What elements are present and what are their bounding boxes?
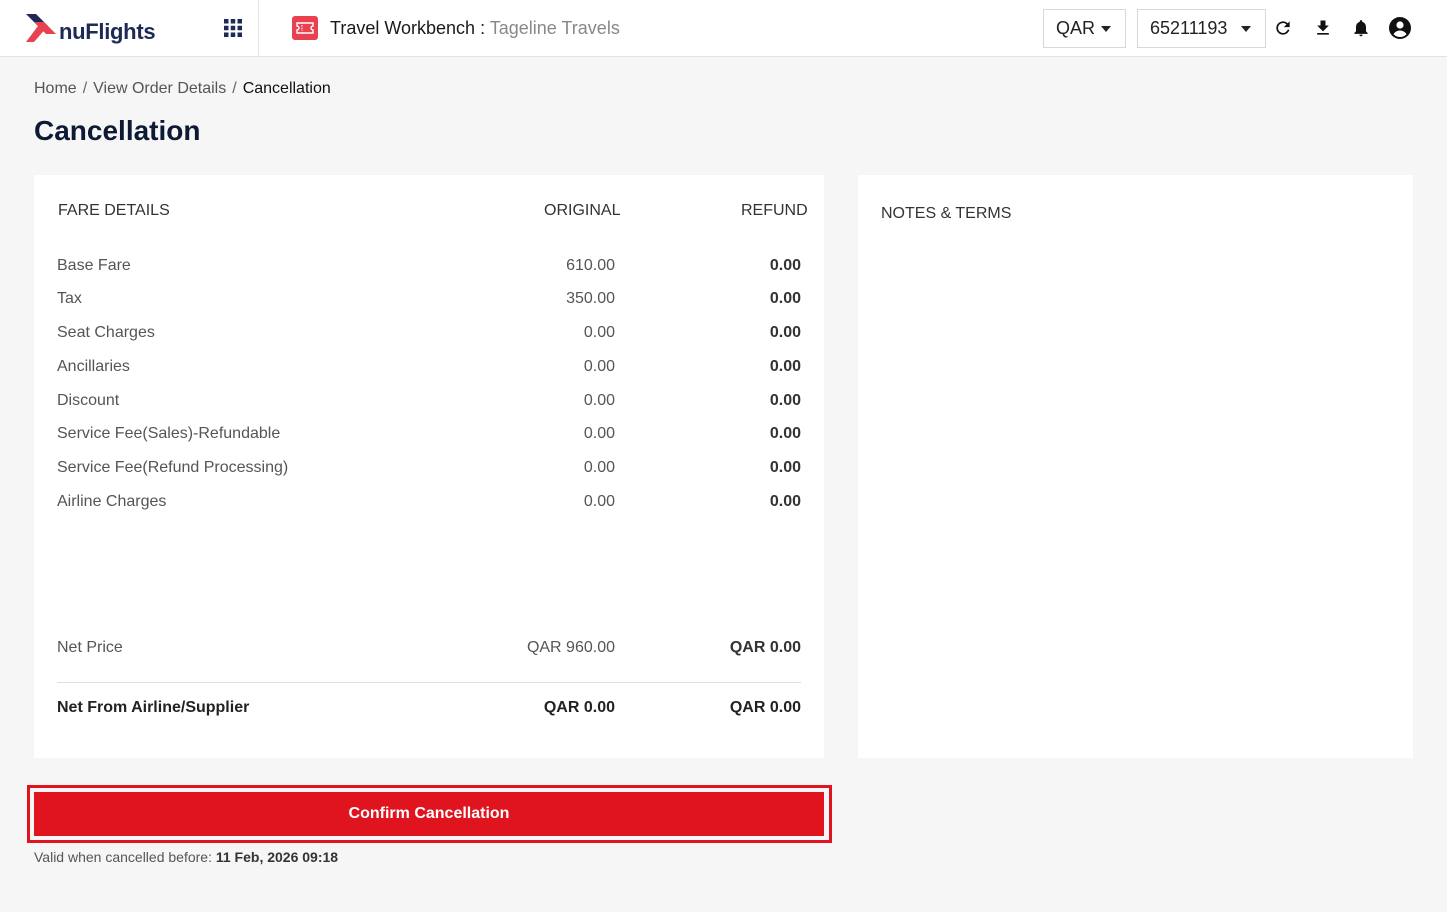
apps-grid-icon[interactable]: [219, 14, 247, 42]
net-supplier-label: Net From Airline/Supplier: [57, 699, 250, 716]
fare-row-refund: 0.00: [769, 290, 801, 307]
nuflights-logo[interactable]: nuFlights: [24, 10, 156, 46]
app-title: Travel Workbench : Tageline Travels: [330, 18, 620, 39]
fare-row-label: Seat Charges: [57, 324, 155, 341]
bell-icon[interactable]: [1348, 14, 1374, 42]
header-divider: [258, 0, 259, 56]
breadcrumb-current: Cancellation: [242, 80, 331, 97]
fare-details-header: FARE DETAILS: [58, 202, 170, 219]
notes-terms-card: NOTES & TERMS: [858, 175, 1413, 758]
net-price-row: Net Price QAR 960.00 QAR 0.00: [34, 639, 824, 659]
fare-row-original: 610.00: [566, 257, 615, 274]
refund-column-header: REFUND: [741, 202, 808, 219]
fare-row-refund: 0.00: [769, 459, 801, 476]
chevron-down-icon: [1101, 26, 1111, 32]
fare-row-label: Service Fee(Refund Processing): [57, 459, 289, 476]
notes-terms-title: NOTES & TERMS: [881, 205, 1012, 222]
net-supplier-refund: QAR 0.00: [729, 699, 801, 716]
top-header: nuFlights Travel Workbench : Tageline Tr…: [0, 0, 1447, 57]
account-select[interactable]: 65211193: [1137, 9, 1266, 48]
app-name: Travel Workbench: [330, 18, 476, 38]
validity-note: Valid when cancelled before: 11 Feb, 202…: [34, 849, 338, 865]
account-circle-icon[interactable]: [1387, 14, 1413, 42]
download-icon[interactable]: [1310, 14, 1336, 42]
brand-name: nuFlights: [59, 19, 156, 44]
fare-row-label: Tax: [57, 290, 82, 307]
breadcrumb: Home / View Order Details / Cancellation: [34, 80, 331, 98]
fare-row-original: 0.00: [583, 324, 615, 341]
fare-row-base-fare: Base Fare 610.00 0.00: [34, 257, 824, 277]
confirm-cancellation-button[interactable]: Confirm Cancellation: [34, 792, 824, 836]
agency-name: Tageline Travels: [489, 18, 620, 38]
fare-row-ancillaries: Ancillaries 0.00 0.00: [34, 358, 824, 378]
logo-mark-icon: [26, 14, 56, 42]
validity-date: 11 Feb, 2026 09:18: [215, 849, 339, 865]
breadcrumb-separator: /: [82, 80, 88, 97]
chevron-down-icon: [1241, 26, 1251, 32]
fare-row-label: Airline Charges: [57, 493, 167, 510]
fare-row-service-fee-sales: Service Fee(Sales)-Refundable 0.00 0.00: [34, 425, 824, 445]
breadcrumb-view-order-details[interactable]: View Order Details: [93, 80, 226, 97]
fare-row-refund: 0.00: [769, 257, 801, 274]
net-price-refund: QAR 0.00: [729, 639, 801, 656]
breadcrumb-separator: /: [232, 80, 237, 97]
fare-row-discount: Discount 0.00 0.00: [34, 392, 824, 412]
fare-row-service-fee-refund: Service Fee(Refund Processing) 0.00 0.00: [34, 459, 824, 479]
ticket-icon: [292, 16, 318, 40]
refresh-icon[interactable]: [1270, 14, 1296, 42]
fare-details-card: FARE DETAILS ORIGINAL REFUND Base Fare 6…: [34, 175, 824, 758]
fare-row-label: Service Fee(Sales)-Refundable: [57, 425, 281, 442]
fare-row-label: Ancillaries: [57, 358, 130, 375]
fare-row-original: 0.00: [583, 459, 615, 476]
app-title-separator: :: [475, 18, 490, 38]
currency-value: QAR: [1056, 18, 1096, 38]
fare-row-refund: 0.00: [769, 425, 801, 442]
page-title: Cancellation: [34, 115, 201, 146]
fare-row-original: 0.00: [583, 425, 615, 442]
original-column-header: ORIGINAL: [544, 202, 621, 219]
fare-row-original: 0.00: [583, 493, 615, 510]
breadcrumb-home[interactable]: Home: [34, 80, 77, 97]
fare-row-refund: 0.00: [769, 324, 801, 341]
fare-row-label: Base Fare: [57, 257, 131, 274]
validity-prefix: Valid when cancelled before:: [34, 849, 216, 865]
fare-row-label: Discount: [57, 392, 120, 409]
fare-row-seat-charges: Seat Charges 0.00 0.00: [34, 324, 824, 344]
account-value: 65211193: [1150, 18, 1228, 38]
fare-row-original: 0.00: [583, 358, 615, 375]
fare-row-airline-charges: Airline Charges 0.00 0.00: [34, 493, 824, 513]
net-supplier-original: QAR 0.00: [543, 699, 615, 716]
fare-row-original: 350.00: [566, 290, 615, 307]
fare-row-refund: 0.00: [769, 392, 801, 409]
fare-row-refund: 0.00: [769, 358, 801, 375]
currency-select[interactable]: QAR: [1043, 9, 1126, 48]
fare-row-refund: 0.00: [769, 493, 801, 510]
net-price-label: Net Price: [57, 639, 123, 656]
net-supplier-row: Net From Airline/Supplier QAR 0.00 QAR 0…: [34, 699, 824, 719]
fare-row-original: 0.00: [583, 392, 615, 409]
net-divider: [57, 682, 801, 683]
fare-row-tax: Tax 350.00 0.00: [34, 290, 824, 310]
net-price-original: QAR 960.00: [526, 639, 615, 656]
